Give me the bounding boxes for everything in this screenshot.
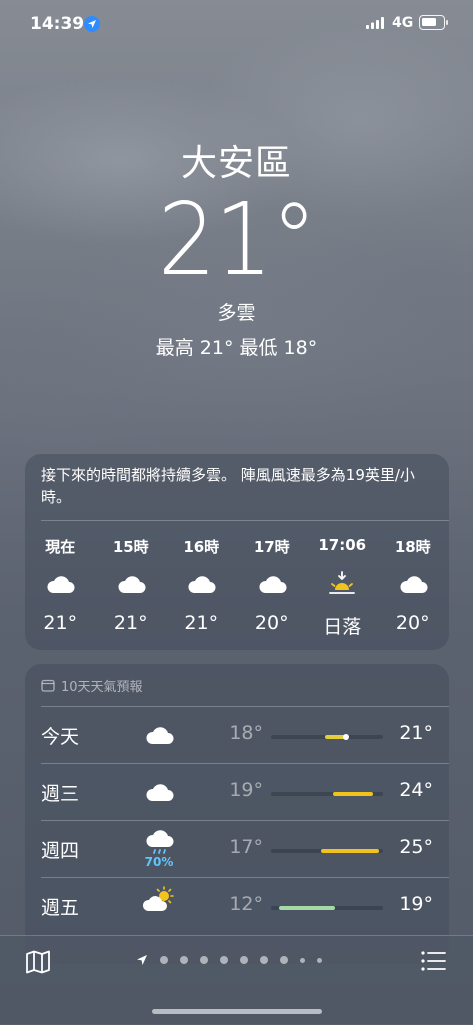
precip-chance: 70% (144, 855, 174, 869)
calendar-icon (41, 679, 55, 692)
hour-temp: 21° (184, 612, 219, 634)
hour-item: 16時 21° (166, 536, 237, 639)
hour-label: 現在 (45, 538, 76, 556)
status-time: 14:39 (30, 14, 85, 34)
temp-range-bar (271, 906, 383, 910)
day-high: 19° (399, 893, 433, 915)
hour-label: 17:06 (318, 536, 367, 554)
hourly-list[interactable]: 現在 21° 15時 21° 16時 21° 17時 20° 17:06 日落 … (25, 536, 449, 639)
day-row[interactable]: 週四 70% 17° 25° (25, 821, 449, 878)
sunset-icon (329, 571, 356, 594)
sunset-label: 日落 (323, 616, 362, 638)
cloud-icon (139, 772, 179, 807)
list-icon[interactable] (420, 950, 446, 972)
cloud-icon (259, 576, 287, 593)
day-high: 24° (399, 779, 433, 801)
hour-item: 17:06 日落 (307, 536, 378, 639)
day-name: 週三 (41, 783, 80, 805)
hour-item: 現在 21° (25, 536, 96, 639)
battery-icon (419, 15, 448, 30)
network-type: 4G (392, 15, 414, 31)
day-row[interactable]: 週三 19° 24° (25, 764, 449, 821)
hour-label: 16時 (183, 538, 220, 556)
partly-sunny-icon (139, 886, 179, 918)
day-low: 12° (229, 893, 263, 915)
map-icon[interactable] (25, 950, 51, 974)
hour-item: 17時 20° (237, 536, 308, 639)
ten-day-forecast-card[interactable]: 10天天氣預報 今天 18° 21° 週三 19° 24° 週四 70% 17°… (25, 664, 449, 964)
location-arrow-icon (84, 16, 100, 32)
signal-icon (366, 17, 384, 29)
forecast-summary: 接下來的時間都將持續多雲。 陣風風速最多為19英里/小時。 (41, 466, 415, 506)
day-name: 今天 (41, 726, 80, 748)
ten-day-title: 10天天氣預報 (61, 680, 143, 695)
temp-range-bar (271, 792, 383, 796)
current-weather: 大安區 21° 多雲 最高 21° 最低 18° (0, 128, 473, 360)
city-name: 大安區 (180, 143, 292, 184)
day-high: 25° (399, 836, 433, 858)
hour-label: 15時 (112, 538, 149, 556)
ten-day-header: 10天天氣預報 (41, 676, 143, 695)
status-bar: 14:39 4G (0, 0, 473, 48)
location-arrow-icon (137, 955, 147, 965)
hour-item: 18時 20° (378, 536, 449, 639)
hour-item: 15時 21° (96, 536, 167, 639)
hour-temp: 21° (113, 612, 148, 634)
current-condition: 多雲 (217, 302, 256, 324)
day-row[interactable]: 今天 18° 21° (25, 707, 449, 764)
cloud-icon (188, 576, 216, 593)
cloud-icon (400, 576, 428, 593)
hour-label: 17時 (253, 538, 290, 556)
cloud-icon (139, 715, 179, 750)
hour-temp: 20° (395, 612, 430, 634)
day-name: 週五 (41, 897, 80, 919)
day-low: 18° (229, 722, 263, 744)
day-low: 19° (229, 779, 263, 801)
cloud-icon (47, 576, 75, 593)
day-row[interactable]: 週五 12° 19° (25, 878, 449, 935)
hour-temp: 20° (254, 612, 289, 634)
hour-temp: 21° (43, 612, 78, 634)
cloud-icon (118, 576, 146, 593)
temp-range-bar (271, 734, 383, 740)
current-temperature: 21° (157, 181, 317, 298)
day-high: 21° (399, 722, 433, 744)
bottom-toolbar (0, 935, 473, 1025)
temp-range-bar (271, 849, 383, 853)
divider (41, 520, 449, 521)
page-indicator[interactable] (136, 954, 328, 966)
day-low: 17° (229, 836, 263, 858)
high-low: 最高 21° 最低 18° (155, 337, 318, 359)
day-name: 週四 (41, 840, 80, 862)
hour-label: 18時 (394, 538, 431, 556)
home-indicator (152, 1009, 322, 1014)
hourly-forecast-card[interactable]: 接下來的時間都將持續多雲。 陣風風速最多為19英里/小時。 現在 21° 15時… (25, 454, 449, 650)
